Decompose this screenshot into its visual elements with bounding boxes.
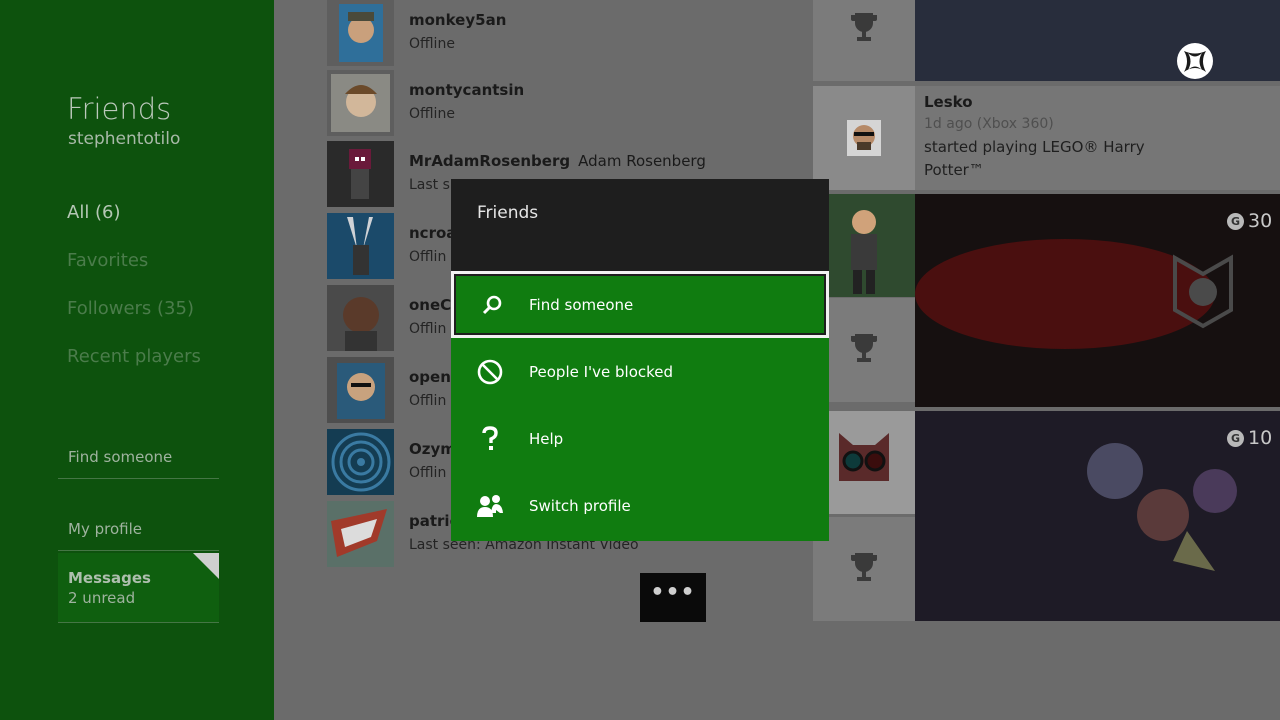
achievement-art [915,239,1233,349]
game-art-tile[interactable] [915,0,1280,81]
avatar [327,429,394,495]
sidebar: Friends stephentotilo All (6) Favorites … [0,0,274,720]
my-profile-label: My profile [68,520,142,538]
more-options-button[interactable]: ••• [640,573,706,622]
help-icon [451,425,529,452]
gamerscore-value: 10 [1248,427,1273,449]
filter-recent-players[interactable]: Recent players [67,346,201,367]
friend-status: Offline [409,36,455,52]
my-profile-link[interactable]: My profile [58,520,219,551]
dialog-title: Friends [477,203,539,223]
search-icon [454,294,529,316]
friend-status: Offlin [409,465,447,481]
page-title: Friends [67,92,172,126]
menu-item-label: People I've blocked [529,362,674,381]
menu-item-label: Help [529,429,564,448]
gamerscore-icon: G [1227,213,1244,230]
friend-status: Offlin [409,249,447,265]
avatar [327,70,394,136]
friend-gamertag: ncroa [409,224,457,242]
activity-card[interactable]: Lesko 1d ago (Xbox 360) started playing … [915,86,1280,190]
achievement-art-tile[interactable]: G 30 [915,194,1280,407]
message-envelope-icon [193,553,219,579]
achievement-art-tile[interactable]: G 10 [915,411,1280,621]
avatar [327,213,394,279]
gamerscore-value: 30 [1248,210,1273,232]
blocked-icon [451,359,529,385]
xbox-logo-icon [1177,43,1213,79]
filter-all[interactable]: All (6) [67,202,121,223]
trophy-icon [851,13,877,41]
menu-item-switch-profile[interactable]: Switch profile [451,472,829,539]
menu-item-find-someone[interactable]: Find someone [451,271,829,338]
menu-item-people-blocked[interactable]: People I've blocked [451,338,829,405]
messages-count: 2 unread [68,589,136,607]
avatar [327,0,394,66]
friend-gamertag: montycantsin [409,81,525,99]
friend-gamertag: MrAdamRosenberg [409,152,571,170]
friend-gamertag: Ozym [409,440,456,458]
friend-gamertag: openi [409,368,457,386]
avatar [327,285,394,351]
activity-text-line-2: Potter™ [924,161,984,179]
friend-status: Offlin [409,393,447,409]
avatar [847,120,881,156]
trophy-icon [851,553,877,581]
gamerscore-badge: G 30 [1227,210,1272,232]
menu-item-help[interactable]: Help [451,405,829,472]
menu-item-label: Switch profile [529,496,631,515]
friend-gamertag: monkey5an [409,11,507,29]
friend-status: Last s [409,177,450,193]
achievement-art [1087,443,1237,571]
avatar [327,141,394,207]
username: stephentotilo [68,129,181,149]
gamerscore-badge: G 10 [1227,427,1272,449]
friend-row[interactable]: monkey5an Offline [327,0,757,66]
friend-gamertag: oneC [409,296,452,314]
friend-avatar-tile[interactable] [813,86,915,190]
switch-profile-icon [451,493,529,519]
activity-meta: 1d ago (Xbox 360) [924,116,1054,132]
achievement-tile[interactable] [813,0,915,81]
friends-menu-dialog: Friends Find someone People I've blocked… [451,179,829,541]
find-someone-label: Find someone [68,448,173,466]
filter-favorites[interactable]: Favorites [67,250,148,271]
menu-list: Find someone People I've blocked Help Sw… [451,271,829,541]
friend-status: Offlin [409,321,447,337]
menu-item-label: Find someone [529,295,634,314]
friend-status: Offline [409,106,455,122]
activity-feed: Lesko 1d ago (Xbox 360) started playing … [760,0,1280,720]
messages-tile[interactable]: Messages 2 unread [58,553,219,623]
activity-text-line-1: started playing LEGO® Harry [924,138,1145,156]
activity-name: Lesko [924,93,973,111]
find-someone-link[interactable]: Find someone [58,448,219,479]
gamerscore-icon: G [1227,430,1244,447]
avatar [327,501,394,567]
avatar [327,357,394,423]
filter-followers[interactable]: Followers (35) [67,298,194,319]
friend-row[interactable]: montycantsin Offline [327,70,757,136]
trophy-icon [851,334,877,362]
friend-real-name: Adam Rosenberg [578,152,706,170]
